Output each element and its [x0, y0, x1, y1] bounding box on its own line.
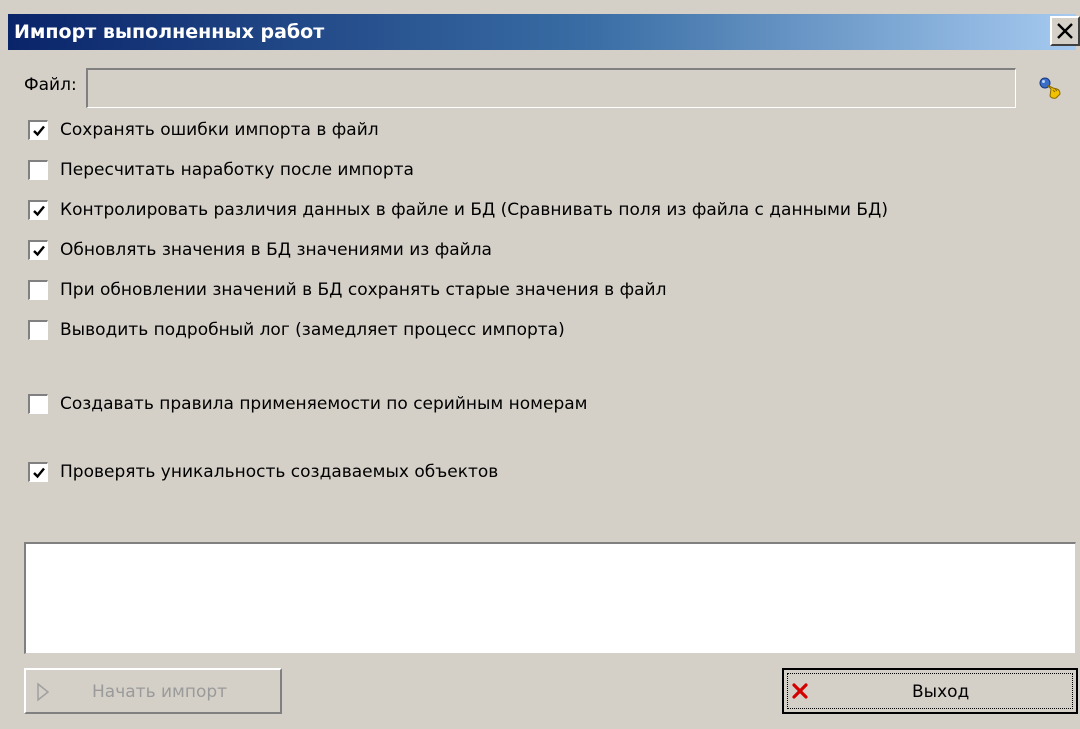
title-bar: Импорт выполненных работ: [8, 14, 1080, 50]
import-dialog: Импорт выполненных работ Файл: Сохранять…: [0, 0, 1080, 729]
dialog-title: Импорт выполненных работ: [14, 21, 325, 43]
option-label: Выводить подробный лог (замедляет процес…: [60, 320, 565, 340]
check-icon: [33, 245, 45, 257]
checkbox[interactable]: [28, 160, 48, 180]
checkbox[interactable]: [28, 462, 48, 482]
file-label: Файл:: [24, 75, 77, 95]
red-x-icon: [792, 683, 808, 699]
check-icon: [33, 205, 45, 217]
checkbox[interactable]: [28, 240, 48, 260]
check-icon: [33, 125, 45, 137]
checkbox[interactable]: [28, 280, 48, 300]
check-icon: [33, 467, 45, 479]
option-label: Обновлять значения в БД значениями из фа…: [60, 240, 492, 260]
option-label: Сохранять ошибки импорта в файл: [60, 120, 379, 140]
exit-label: Выход: [912, 682, 970, 702]
browse-file-icon[interactable]: [1038, 76, 1062, 100]
file-path-input[interactable]: [86, 68, 1016, 108]
option-label: Контролировать различия данных в файле и…: [60, 200, 888, 220]
checkbox[interactable]: [28, 320, 48, 340]
checkbox[interactable]: [28, 120, 48, 140]
checkbox[interactable]: [28, 200, 48, 220]
play-icon: [37, 682, 50, 702]
option-label: При обновлении значений в БД сохранять с…: [60, 280, 667, 300]
start-import-button[interactable]: Начать импорт: [24, 668, 282, 714]
exit-button[interactable]: Выход: [782, 668, 1078, 714]
close-icon: [1057, 23, 1073, 39]
checkbox[interactable]: [28, 394, 48, 414]
log-output[interactable]: [24, 542, 1076, 654]
option-label: Создавать правила применяемости по серий…: [60, 394, 588, 414]
option-label: Пересчитать наработку после импорта: [60, 160, 414, 180]
close-button[interactable]: [1050, 16, 1080, 46]
option-label: Проверять уникальность создаваемых объек…: [60, 462, 499, 482]
start-import-label: Начать импорт: [92, 682, 228, 702]
